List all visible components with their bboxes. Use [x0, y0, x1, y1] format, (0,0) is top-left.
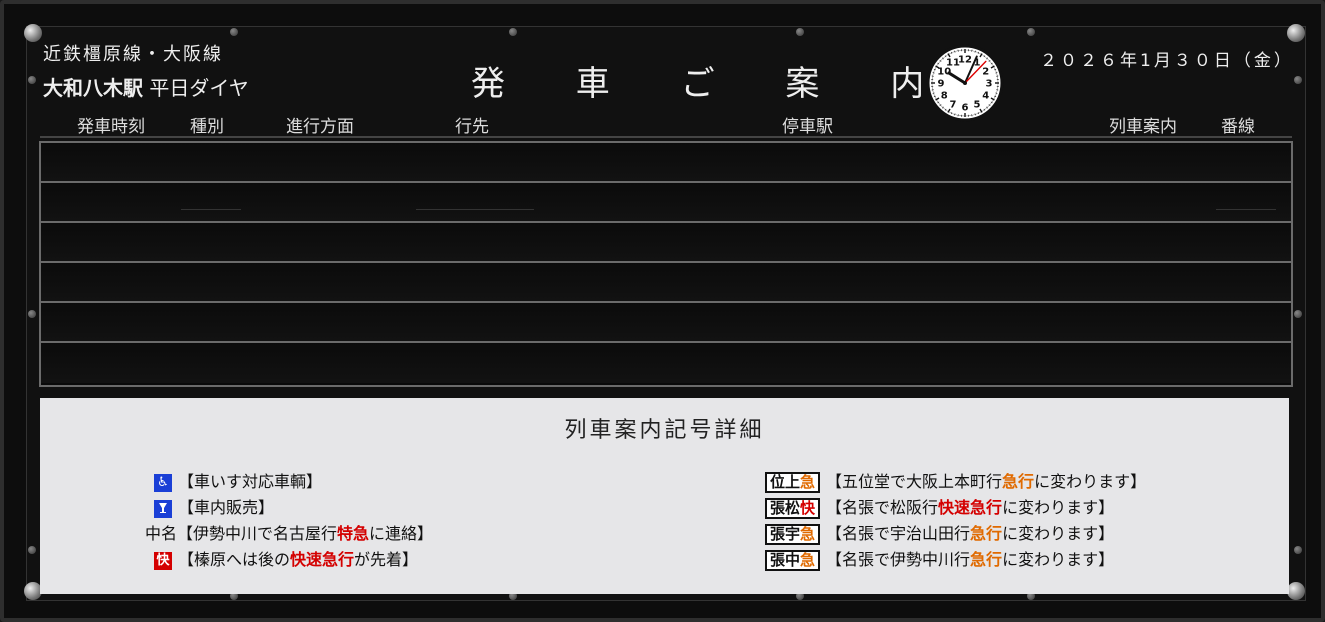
legend-item-nagoya-connection: 中名【伊勢中川で名古屋行特急に連絡】 [145, 520, 433, 544]
clock-numeral: 6 [962, 103, 969, 114]
symbol-legend: 列車案内記号詳細 ♿ 【車いす対応車輌】 【車内販売】 中名【伊勢中川で名古屋行特… [40, 398, 1289, 594]
clock-numeral: 3 [986, 79, 993, 90]
analog-clock-icon: 12 1234567891011 [926, 44, 1004, 122]
clock-numeral: 11 [946, 58, 960, 69]
station-info: 大和八木駅 平日ダイヤ [43, 72, 249, 101]
tag-text: 張宇 [770, 525, 801, 543]
legend-text: 【名張で伊勢中川行 [826, 550, 971, 569]
legend-item-goido: 位上急 【五位堂で大阪上本町行急行に変わります】 [765, 468, 1146, 493]
legend-text: が先着】 [354, 550, 419, 569]
current-date: ２０２６年1月３０日（金） [1040, 51, 1294, 71]
tag-type: 急 [800, 551, 816, 569]
departure-row [41, 143, 1291, 183]
tag-text: 張松 [770, 499, 801, 517]
page-title: 発 車 ご 案 内 [471, 64, 955, 104]
legend-highlight: 急行 [1002, 472, 1035, 491]
bolt-icon [28, 310, 36, 318]
onboard-sales-icon [154, 499, 172, 518]
legend-text: に連絡】 [369, 524, 434, 543]
legend-title: 列車案内記号詳細 [564, 418, 765, 443]
column-header-stops: 停車駅 [782, 117, 833, 137]
legend-item-rapid-first: 快【榛原へは後の快速急行が先着】 [154, 546, 418, 570]
legend-highlight: 特急 [337, 524, 370, 543]
departure-row [41, 223, 1291, 263]
column-header-direction: 進行方面 [286, 117, 354, 137]
departure-row [41, 263, 1291, 303]
departure-list [39, 141, 1293, 387]
departure-row [41, 183, 1291, 223]
departure-row [41, 343, 1291, 383]
clock-numeral: 8 [941, 91, 948, 102]
clock-numeral: 5 [974, 99, 981, 110]
tag-text: 張中 [770, 551, 801, 569]
column-header-destination: 行先 [455, 117, 489, 137]
tag-type: 快 [800, 499, 816, 517]
legend-tag: 張宇急 [765, 524, 821, 545]
bolt-icon [230, 28, 238, 36]
legend-highlight: 快速急行 [938, 498, 1003, 517]
wheelchair-icon: ♿ [154, 473, 172, 492]
legend-text: 【名張で宇治山田行 [826, 524, 971, 543]
legend-item-nabari-isenakagawa: 張中急 【名張で伊勢中川行急行に変わります】 [765, 546, 1114, 571]
column-header-platform: 番線 [1221, 117, 1255, 137]
corner-bolt-icon [1287, 582, 1305, 600]
bolt-icon [28, 76, 36, 84]
tag-text: 位上 [770, 473, 801, 491]
legend-highlight: 快速急行 [290, 550, 355, 569]
column-header-departure-time: 発車時刻 [77, 117, 145, 137]
column-header-train-type: 種別 [190, 117, 224, 137]
legend-highlight: 急行 [970, 524, 1003, 543]
clock-numeral: 7 [950, 99, 957, 110]
schedule-type: 平日ダイヤ [149, 76, 249, 100]
bolt-icon [1294, 76, 1302, 84]
legend-text: に変わります】 [1002, 524, 1115, 543]
clock-numeral: 9 [938, 79, 945, 90]
tag-type: 急 [800, 473, 816, 491]
legend-text: 【五位堂で大阪上本町行 [826, 472, 1003, 491]
legend-item-nabari-matsusaka: 張松快 【名張で松阪行快速急行に変わります】 [765, 494, 1114, 519]
station-name: 大和八木駅 [43, 76, 143, 100]
legend-highlight: 急行 [970, 550, 1003, 569]
tag-type: 急 [800, 525, 816, 543]
legend-symbol-text: 中名 [145, 524, 178, 543]
legend-item-wheelchair: ♿ 【車いす対応車輌】 [154, 468, 322, 492]
clock-numeral: 2 [982, 67, 989, 78]
legend-text: に変わります】 [1002, 498, 1115, 517]
legend-item-nabari-ujiyamada: 張宇急 【名張で宇治山田行急行に変わります】 [765, 520, 1114, 545]
bolt-icon [796, 28, 804, 36]
bolt-icon [1027, 28, 1035, 36]
legend-text: 【伊勢中川で名古屋行 [177, 524, 338, 543]
legend-tag: 張松快 [765, 498, 821, 519]
bolt-icon [28, 546, 36, 554]
legend-tag: 張中急 [765, 550, 821, 571]
legend-text: 【榛原へは後の [178, 550, 291, 569]
corner-bolt-icon [24, 24, 42, 42]
legend-text: 【名張で松阪行 [826, 498, 939, 517]
legend-text: 【車いす対応車輌】 [178, 472, 323, 491]
legend-text: に変わります】 [1002, 550, 1115, 569]
legend-text: に変わります】 [1034, 472, 1147, 491]
legend-item-onboard-sales: 【車内販売】 [154, 494, 274, 518]
line-name: 近鉄橿原線・大阪線 [43, 44, 223, 65]
header-divider [40, 136, 1292, 138]
column-header-train-info: 列車案内 [1109, 117, 1177, 137]
legend-tag: 位上急 [765, 472, 821, 493]
corner-bolt-icon [1287, 24, 1305, 42]
legend-text: 【車内販売】 [178, 498, 275, 517]
clock-numeral: 12 [958, 55, 972, 66]
departure-board: 近鉄橿原線・大阪線 大和八木駅 平日ダイヤ 発 車 ご 案 内 ２０２６年1月３… [0, 0, 1325, 622]
departure-row [41, 303, 1291, 343]
bolt-icon [1294, 546, 1302, 554]
rapid-symbol: 快 [154, 551, 172, 570]
bolt-icon [1294, 310, 1302, 318]
bolt-icon [509, 28, 517, 36]
clock-numeral: 4 [982, 91, 989, 102]
